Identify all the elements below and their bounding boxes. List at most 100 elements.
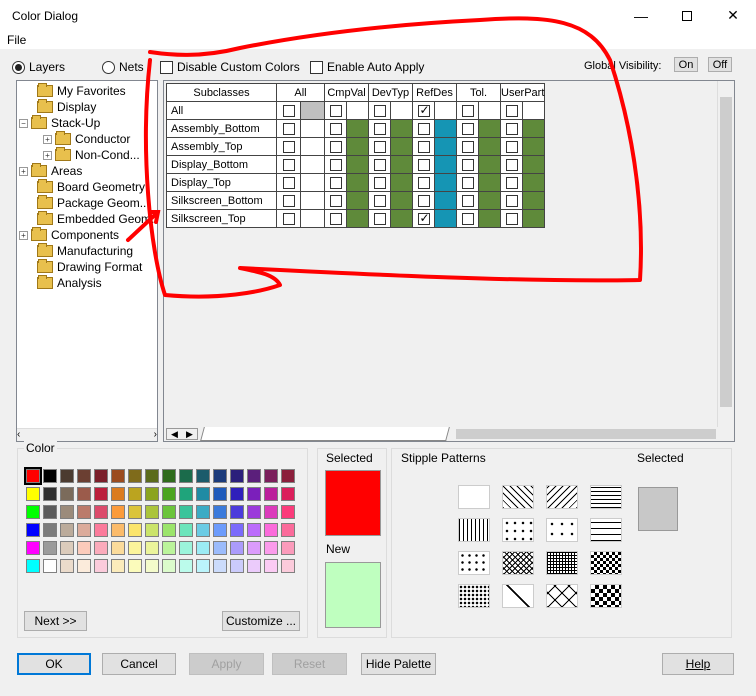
palette-swatch[interactable] <box>24 467 42 485</box>
palette-swatch[interactable] <box>196 541 210 555</box>
tab-nav[interactable]: ◀ ▶ <box>166 428 198 440</box>
stipple-diag-left[interactable] <box>502 485 534 509</box>
layers-radio[interactable]: Layers <box>12 60 65 74</box>
tree-item[interactable]: My Favorites <box>37 83 126 99</box>
palette-swatch[interactable] <box>77 559 91 573</box>
palette-swatch[interactable] <box>264 523 278 537</box>
stipple-checker-large[interactable] <box>590 584 622 608</box>
expand-icon[interactable]: + <box>19 166 28 176</box>
visibility-checkbox[interactable] <box>373 212 386 225</box>
palette-swatch[interactable] <box>60 559 74 573</box>
palette-swatch[interactable] <box>230 487 244 501</box>
visibility-cell[interactable] <box>276 209 301 228</box>
palette-swatch[interactable] <box>162 505 176 519</box>
color-cell[interactable] <box>522 155 546 174</box>
visibility-checkbox[interactable] <box>373 122 386 135</box>
visibility-checkbox[interactable] <box>461 176 474 189</box>
visibility-checkbox[interactable] <box>329 122 342 135</box>
palette-swatch[interactable] <box>230 559 244 573</box>
tree-hscrollbar[interactable]: ‹ › <box>17 428 157 441</box>
tree-item[interactable]: − Stack-Up <box>19 115 100 131</box>
visibility-checkbox[interactable] <box>417 176 430 189</box>
palette-swatch[interactable] <box>43 469 57 483</box>
stipple-plus-dots[interactable] <box>546 518 578 542</box>
palette-swatch[interactable] <box>77 523 91 537</box>
tree-item[interactable]: + Conductor <box>43 131 130 147</box>
palette-swatch[interactable] <box>145 505 159 519</box>
tree-item[interactable]: Display <box>37 99 96 115</box>
visibility-cell[interactable] <box>456 119 479 138</box>
expand-icon[interactable]: + <box>19 230 28 240</box>
visibility-checkbox[interactable] <box>505 122 518 135</box>
visibility-checkbox[interactable] <box>505 176 518 189</box>
tree-item[interactable]: Package Geom... <box>37 195 150 211</box>
tree-item[interactable]: + Non-Cond... <box>43 147 140 163</box>
palette-swatch[interactable] <box>94 487 108 501</box>
visibility-cell[interactable] <box>499 119 524 138</box>
color-cell[interactable] <box>522 101 546 120</box>
palette-swatch[interactable] <box>281 541 295 555</box>
color-cell[interactable] <box>434 119 457 138</box>
visibility-checkbox[interactable] <box>373 140 386 153</box>
stipple-vertical[interactable] <box>458 518 490 542</box>
visibility-cell[interactable] <box>368 191 391 210</box>
visibility-checkbox[interactable] <box>417 158 430 171</box>
visibility-cell[interactable] <box>324 119 347 138</box>
palette-swatch[interactable] <box>60 523 74 537</box>
palette-swatch[interactable] <box>247 487 261 501</box>
color-cell[interactable] <box>434 101 457 120</box>
color-cell[interactable] <box>478 137 501 156</box>
color-cell[interactable] <box>478 101 501 120</box>
visibility-cell[interactable] <box>412 101 435 120</box>
enable-auto-apply-checkbox[interactable]: Enable Auto Apply <box>310 60 424 74</box>
visibility-checkbox[interactable] <box>505 104 518 117</box>
palette-swatch[interactable] <box>111 541 125 555</box>
color-cell[interactable] <box>346 191 369 210</box>
grid-vscrollbar[interactable] <box>717 81 734 427</box>
vscroll-thumb[interactable] <box>720 97 732 407</box>
palette-swatch[interactable] <box>281 505 295 519</box>
visibility-cell[interactable] <box>499 137 524 156</box>
visibility-cell[interactable] <box>412 155 435 174</box>
apply-button[interactable]: Apply <box>189 653 264 675</box>
visibility-cell[interactable] <box>276 137 301 156</box>
color-cell[interactable] <box>522 209 546 228</box>
color-cell[interactable] <box>434 155 457 174</box>
visibility-checkbox[interactable] <box>282 140 295 153</box>
visibility-cell[interactable] <box>324 209 347 228</box>
color-cell[interactable] <box>346 137 369 156</box>
palette-swatch[interactable] <box>43 487 57 501</box>
color-cell[interactable] <box>478 209 501 228</box>
palette-swatch[interactable] <box>162 559 176 573</box>
color-cell[interactable] <box>390 173 413 192</box>
palette-swatch[interactable] <box>213 505 227 519</box>
expand-icon[interactable]: + <box>43 150 52 160</box>
palette-swatch[interactable] <box>60 505 74 519</box>
palette-swatch[interactable] <box>281 523 295 537</box>
layer-tree[interactable]: My Favorites Display − Stack-Up + Conductor + N… <box>16 80 158 442</box>
visibility-cell[interactable] <box>368 209 391 228</box>
visibility-cell[interactable] <box>276 173 301 192</box>
color-cell[interactable] <box>300 101 325 120</box>
visibility-cell[interactable] <box>499 209 524 228</box>
palette-swatch[interactable] <box>128 487 142 501</box>
palette-swatch[interactable] <box>145 559 159 573</box>
visibility-cell[interactable] <box>368 119 391 138</box>
palette-swatch[interactable] <box>77 541 91 555</box>
palette-swatch[interactable] <box>264 487 278 501</box>
tree-item[interactable]: Drawing Format <box>37 259 142 275</box>
visibility-checkbox[interactable] <box>417 194 430 207</box>
visibility-cell[interactable] <box>499 155 524 174</box>
color-cell[interactable] <box>346 173 369 192</box>
visibility-checkbox[interactable] <box>461 122 474 135</box>
palette-swatch[interactable] <box>128 505 142 519</box>
visibility-cell[interactable] <box>324 155 347 174</box>
palette-swatch[interactable] <box>111 487 125 501</box>
palette-swatch[interactable] <box>230 469 244 483</box>
visibility-checkbox[interactable] <box>505 140 518 153</box>
palette-swatch[interactable] <box>213 487 227 501</box>
visibility-cell[interactable] <box>499 173 524 192</box>
hide-palette-button[interactable]: Hide Palette <box>361 653 436 675</box>
color-cell[interactable] <box>300 173 325 192</box>
palette-swatch[interactable] <box>26 559 40 573</box>
